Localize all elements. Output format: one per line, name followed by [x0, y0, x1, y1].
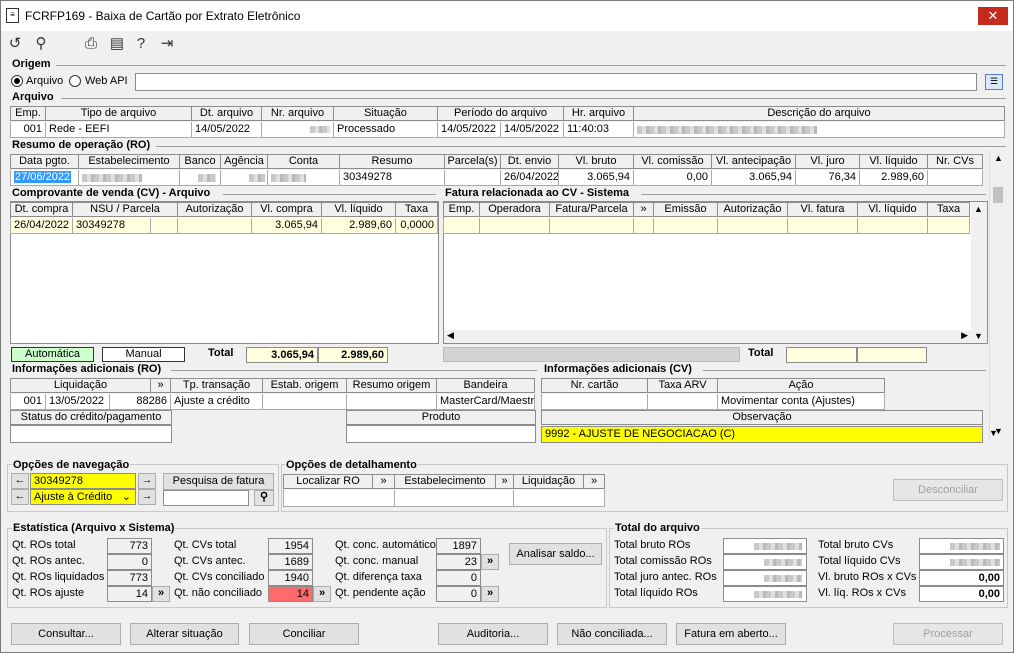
- main-window: ≡ FCRFP169 - Baixa de Cartão por Extrato…: [0, 0, 1014, 653]
- obs-header: Observação: [541, 410, 983, 425]
- info-ro-title: Informações adicionais (RO): [12, 363, 162, 375]
- fatura-hscroll[interactable]: ◀ ▶: [444, 330, 971, 343]
- ros-ajuste-jump[interactable]: »: [152, 586, 170, 602]
- right-scrollbar[interactable]: ▲ ▼: [989, 151, 1006, 441]
- cv-total-compra: 3.065,94: [246, 347, 318, 363]
- analisar-saldo-button[interactable]: Analisar saldo...: [509, 543, 602, 565]
- calendar-icon[interactable]: ▤: [108, 35, 126, 53]
- radio-arquivo[interactable]: [11, 75, 23, 87]
- produto-field[interactable]: [346, 425, 536, 443]
- alterar-situacao-button[interactable]: Alterar situação: [130, 623, 239, 645]
- detal-title: Opções de detalhamento: [285, 459, 418, 471]
- fatura-total-2: [857, 347, 927, 363]
- total-title: Total do arquivo: [614, 522, 701, 534]
- pesquisa-input[interactable]: [163, 490, 249, 506]
- radio-arquivo-label: Arquivo: [26, 75, 64, 87]
- nav-prev-1[interactable]: ←: [11, 473, 29, 489]
- nao-conciliado-jump[interactable]: »: [313, 586, 331, 602]
- fatura-title: Fatura relacionada ao CV - Sistema: [445, 187, 630, 199]
- desconciliar-button[interactable]: Desconciliar: [893, 479, 1003, 501]
- info-cv-title: Informações adicionais (CV): [544, 363, 692, 375]
- localizar-ro-header[interactable]: Localizar RO: [283, 474, 372, 489]
- arquivo-title: Arquivo: [12, 91, 54, 103]
- nao-conciliada-button[interactable]: Não conciliada...: [557, 623, 667, 645]
- exit-icon[interactable]: ⇥: [158, 35, 176, 53]
- fatura-total-label: Total: [748, 347, 774, 359]
- nav-type-select[interactable]: Ajuste à Crédito ⌄: [30, 489, 136, 505]
- automatica-legend: Automática: [11, 347, 94, 362]
- nav-value-field[interactable]: 30349278: [30, 473, 136, 489]
- stats-title: Estatística (Arquivo x Sistema): [12, 522, 176, 534]
- conciliar-button[interactable]: Conciliar: [249, 623, 359, 645]
- auditoria-button[interactable]: Auditoria...: [438, 623, 548, 645]
- window-title: FCRFP169 - Baixa de Cartão por Extrato E…: [25, 9, 301, 23]
- help-icon[interactable]: ?: [132, 35, 150, 53]
- print-icon[interactable]: ⎙: [82, 35, 100, 53]
- nav-prev-2[interactable]: ←: [11, 489, 29, 505]
- cv-title: Comprovante de venda (CV) - Arquivo: [12, 187, 211, 199]
- pesquisa-fatura-button[interactable]: Pesquisa de fatura: [163, 473, 274, 490]
- manual-legend: Manual: [102, 347, 185, 362]
- fatura-vscroll[interactable]: ▲ ▼: [971, 202, 987, 343]
- fatura-progress: [443, 347, 740, 362]
- chevron-down-icon: ⌄: [121, 491, 131, 503]
- processar-button[interactable]: Processar: [893, 623, 1003, 645]
- status-field[interactable]: [10, 425, 172, 443]
- cv-total-label: Total: [208, 347, 234, 359]
- list-icon[interactable]: ☰: [985, 74, 1003, 90]
- refresh-icon[interactable]: ↺: [6, 35, 24, 53]
- nav-next-1[interactable]: →: [138, 473, 156, 489]
- title-bar: ≡ FCRFP169 - Baixa de Cartão por Extrato…: [1, 1, 1013, 31]
- obs-scroll-down[interactable]: ▼: [989, 428, 998, 438]
- origem-title: Origem: [12, 58, 51, 70]
- obs-field[interactable]: 9992 - AJUSTE DE NEGOCIACAO (C): [541, 426, 983, 443]
- estabelecimento-jump[interactable]: »: [495, 474, 513, 489]
- radio-webapi-label: Web API: [85, 75, 128, 87]
- consultar-button[interactable]: Consultar...: [11, 623, 121, 645]
- nav-next-2[interactable]: →: [138, 489, 156, 505]
- radio-webapi[interactable]: [69, 75, 81, 87]
- search-icon[interactable]: ⚲: [254, 490, 274, 506]
- search-icon[interactable]: ⚲: [32, 35, 50, 53]
- app-icon: ≡: [6, 8, 19, 23]
- liquidacao-jump[interactable]: »: [583, 474, 605, 489]
- estabelecimento-header[interactable]: Estabelecimento: [394, 474, 495, 489]
- cv-total-liquido: 2.989,60: [318, 347, 388, 363]
- fatura-total-1: [786, 347, 857, 363]
- produto-header: Produto: [346, 410, 536, 425]
- liquidacao-header[interactable]: Liquidação: [513, 474, 583, 489]
- fatura-aberto-button[interactable]: Fatura em aberto...: [676, 623, 786, 645]
- pendente-acao-jump[interactable]: »: [481, 586, 499, 602]
- status-header: Status do crédito/pagamento: [10, 410, 172, 425]
- origem-input[interactable]: [135, 73, 977, 91]
- nav-title: Opções de navegação: [12, 459, 131, 471]
- ro-title: Resumo de operação (RO): [12, 139, 151, 151]
- localizar-ro-jump[interactable]: »: [372, 474, 394, 489]
- close-button[interactable]: ✕: [978, 7, 1008, 25]
- conc-manual-jump[interactable]: »: [481, 554, 499, 570]
